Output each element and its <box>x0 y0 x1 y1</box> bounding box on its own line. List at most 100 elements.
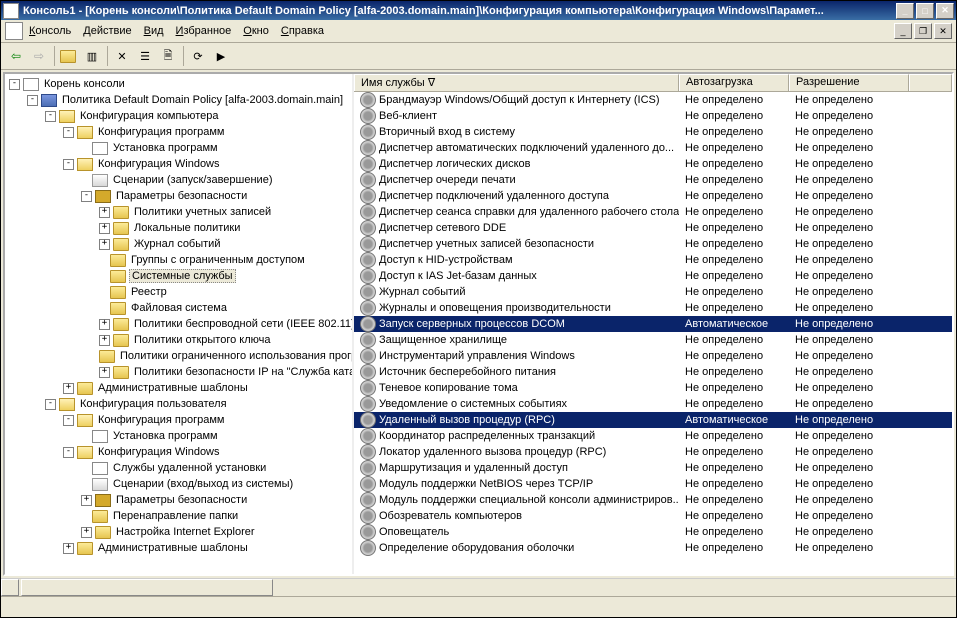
tree-node[interactable]: +Административные шаблоны <box>5 380 352 396</box>
expand-icon[interactable]: + <box>99 319 110 330</box>
menu-избранное[interactable]: Избранное <box>176 25 232 37</box>
tree-node[interactable]: +Параметры безопасности <box>5 492 352 508</box>
child-minimize-button[interactable]: _ <box>894 23 912 39</box>
expand-icon[interactable]: + <box>99 367 110 378</box>
service-row[interactable]: Локатор удаленного вызова процедур (RPC)… <box>354 444 952 460</box>
service-row[interactable]: Диспетчер логических дисковНе определено… <box>354 156 952 172</box>
child-close-button[interactable]: ✕ <box>934 23 952 39</box>
menu-справка[interactable]: Справка <box>281 25 324 37</box>
service-row[interactable]: Обозреватель компьютеровНе определеноНе … <box>354 508 952 524</box>
service-row[interactable]: Координатор распределенных транзакцийНе … <box>354 428 952 444</box>
h-scrollbar[interactable] <box>1 578 956 596</box>
tree-node[interactable]: -Параметры безопасности <box>5 188 352 204</box>
tree-node[interactable]: Установка программ <box>5 428 352 444</box>
tree-node[interactable]: -Корень консоли <box>5 76 352 92</box>
expand-icon[interactable]: + <box>81 527 92 538</box>
tree-node[interactable]: Сценарии (вход/выход из системы) <box>5 476 352 492</box>
service-row[interactable]: Журнал событийНе определеноНе определено <box>354 284 952 300</box>
up-button[interactable] <box>58 45 80 67</box>
close-button[interactable]: ✕ <box>936 3 954 19</box>
service-row[interactable]: Вторичный вход в системуНе определеноНе … <box>354 124 952 140</box>
collapse-icon[interactable]: - <box>63 415 74 426</box>
menu-окно[interactable]: Окно <box>243 25 269 37</box>
collapse-icon[interactable]: - <box>9 79 20 90</box>
tree-node[interactable]: Перенаправление папки <box>5 508 352 524</box>
titlebar[interactable]: Консоль1 - [Корень консоли\Политика Defa… <box>1 1 956 20</box>
service-row[interactable]: Доступ к HID-устройствамНе определеноНе … <box>354 252 952 268</box>
expand-icon[interactable]: + <box>99 335 110 346</box>
tree-node[interactable]: +Политики открытого ключа <box>5 332 352 348</box>
tree-node[interactable]: -Политика Default Domain Policy [alfa-20… <box>5 92 352 108</box>
collapse-icon[interactable]: - <box>63 447 74 458</box>
refresh-button[interactable]: ⟳ <box>187 45 209 67</box>
list-header[interactable]: Имя службы ᐁАвтозагрузкаРазрешение <box>354 74 952 92</box>
service-row[interactable]: Инструментарий управления WindowsНе опре… <box>354 348 952 364</box>
tree-node[interactable]: +Политики беспроводной сети (IEEE 802.11… <box>5 316 352 332</box>
tree-node[interactable]: Файловая система <box>5 300 352 316</box>
tree-node[interactable]: -Конфигурация программ <box>5 412 352 428</box>
expand-icon[interactable]: + <box>99 207 110 218</box>
column-header[interactable]: Автозагрузка <box>679 74 789 91</box>
service-row[interactable]: Доступ к IAS Jet-базам данныхНе определе… <box>354 268 952 284</box>
service-row[interactable]: Модуль поддержки NetBIOS через TCP/IPНе … <box>354 476 952 492</box>
collapse-icon[interactable]: - <box>63 159 74 170</box>
tree-node[interactable]: +Настройка Internet Explorer <box>5 524 352 540</box>
tree-node[interactable]: Реестр <box>5 284 352 300</box>
tree-node[interactable]: +Политики безопасности IP на "Служба кат… <box>5 364 352 380</box>
tree-node[interactable]: Сценарии (запуск/завершение) <box>5 172 352 188</box>
expand-icon[interactable]: + <box>81 495 92 506</box>
collapse-icon[interactable]: - <box>45 399 56 410</box>
service-row[interactable]: ОповещательНе определеноНе определено <box>354 524 952 540</box>
tree-node[interactable]: +Административные шаблоны <box>5 540 352 556</box>
menu-консоль[interactable]: Консоль <box>29 25 71 37</box>
export-button[interactable]: 🗎 <box>157 45 179 67</box>
menu-действие[interactable]: Действие <box>83 25 131 37</box>
nav-back-button[interactable]: ⇦ <box>5 45 27 67</box>
tree-node[interactable]: +Журнал событий <box>5 236 352 252</box>
tree-node[interactable]: -Конфигурация Windows <box>5 156 352 172</box>
service-row[interactable]: Модуль поддержки специальной консоли адм… <box>354 492 952 508</box>
minimize-button[interactable]: _ <box>896 3 914 19</box>
expand-icon[interactable]: + <box>99 223 110 234</box>
service-row[interactable]: Маршрутизация и удаленный доступНе опред… <box>354 460 952 476</box>
tree-node[interactable]: -Конфигурация компьютера <box>5 108 352 124</box>
service-row[interactable]: Веб-клиентНе определеноНе определено <box>354 108 952 124</box>
expand-icon[interactable]: + <box>63 383 74 394</box>
tree-node[interactable]: -Конфигурация Windows <box>5 444 352 460</box>
maximize-button[interactable]: □ <box>916 3 934 19</box>
nav-forward-button[interactable]: ⇨ <box>28 45 50 67</box>
tree-node[interactable]: -Конфигурация пользователя <box>5 396 352 412</box>
service-row[interactable]: Теневое копирование томаНе определеноНе … <box>354 380 952 396</box>
service-row[interactable]: Диспетчер автоматических подключений уда… <box>354 140 952 156</box>
collapse-icon[interactable]: - <box>81 191 92 202</box>
service-row[interactable]: Диспетчер подключений удаленного доступа… <box>354 188 952 204</box>
tree-node[interactable]: -Конфигурация программ <box>5 124 352 140</box>
tree-node[interactable]: Установка программ <box>5 140 352 156</box>
service-row[interactable]: Брандмауэр Windows/Общий доступ к Интерн… <box>354 92 952 108</box>
service-row[interactable]: Защищенное хранилищеНе определеноНе опре… <box>354 332 952 348</box>
child-restore-button[interactable]: ❐ <box>914 23 932 39</box>
collapse-icon[interactable]: - <box>45 111 56 122</box>
expand-icon[interactable]: + <box>63 543 74 554</box>
list-body[interactable]: Брандмауэр Windows/Общий доступ к Интерн… <box>354 92 952 574</box>
delete-button[interactable]: ✕ <box>111 45 133 67</box>
service-row[interactable]: Диспетчер очереди печатиНе определеноНе … <box>354 172 952 188</box>
tree-node[interactable]: Группы с ограниченным доступом <box>5 252 352 268</box>
service-row[interactable]: Диспетчер учетных записей безопасностиНе… <box>354 236 952 252</box>
service-row[interactable]: Запуск серверных процессов DCOMАвтоматич… <box>354 316 952 332</box>
collapse-icon[interactable]: - <box>63 127 74 138</box>
menu-вид[interactable]: Вид <box>144 25 164 37</box>
service-row[interactable]: Диспетчер сеанса справки для удаленного … <box>354 204 952 220</box>
service-row[interactable]: Уведомление о системных событияхНе опред… <box>354 396 952 412</box>
service-row[interactable]: Диспетчер сетевого DDEНе определеноНе оп… <box>354 220 952 236</box>
service-row[interactable]: Определение оборудования оболочкиНе опре… <box>354 540 952 556</box>
service-row[interactable]: Удаленный вызов процедур (RPC)Автоматиче… <box>354 412 952 428</box>
service-row[interactable]: Источник бесперебойного питанияНе опреде… <box>354 364 952 380</box>
collapse-icon[interactable]: - <box>27 95 38 106</box>
tree-node[interactable]: +Локальные политики <box>5 220 352 236</box>
service-row[interactable]: Журналы и оповещения производительностиН… <box>354 300 952 316</box>
tree-pane[interactable]: -Корень консоли-Политика Default Domain … <box>5 74 354 574</box>
tree-node[interactable]: Службы удаленной установки <box>5 460 352 476</box>
column-header[interactable]: Имя службы ᐁ <box>354 74 679 91</box>
show-tree-button[interactable]: ▥ <box>81 45 103 67</box>
